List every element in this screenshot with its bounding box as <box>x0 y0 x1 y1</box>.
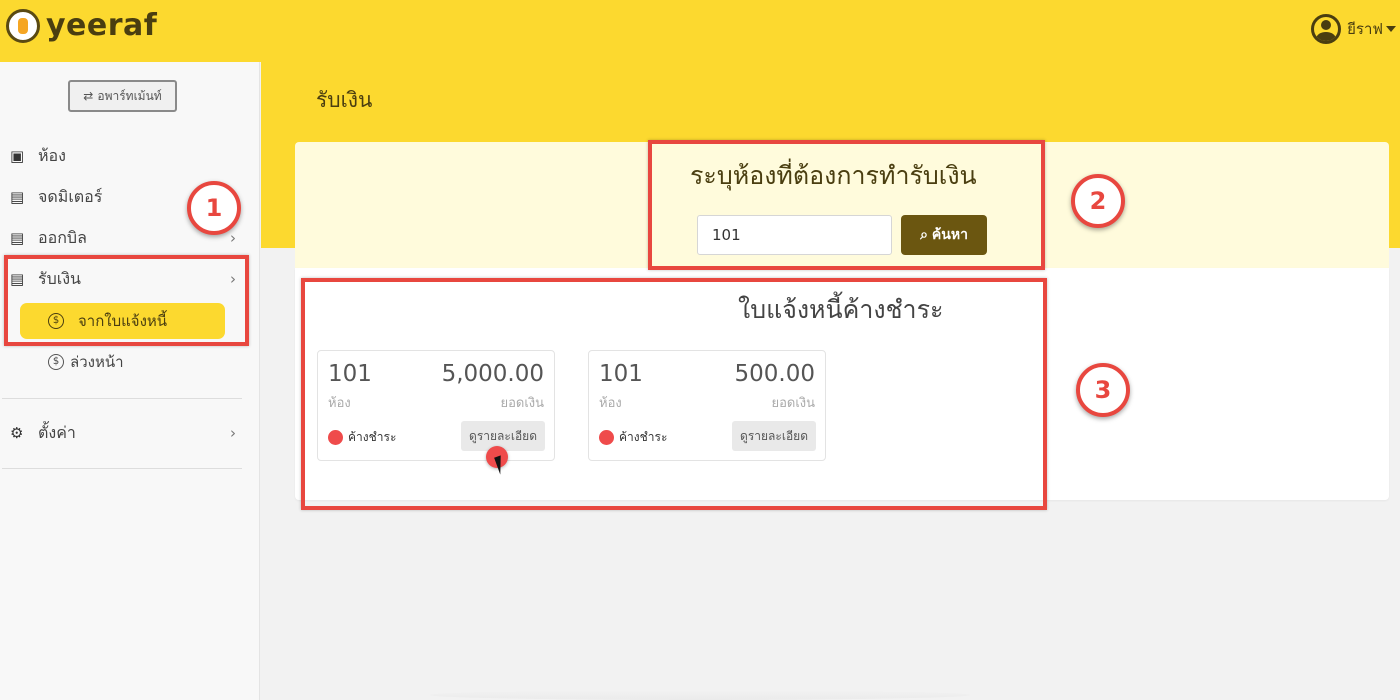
top-navbar: yeeraf ยีราฟ <box>0 0 1400 62</box>
sidebar-subitem-label: ล่วงหน้า <box>70 353 124 371</box>
gear-icon: ⚙ <box>10 424 24 442</box>
annotation-box-search <box>648 140 1045 270</box>
brand-logo[interactable]: yeeraf <box>6 8 157 43</box>
annotation-box-sidebar <box>4 255 249 346</box>
chevron-right-icon: › <box>230 424 236 442</box>
caret-down-icon <box>1386 26 1396 32</box>
page-bottom-shadow <box>430 690 970 700</box>
sidebar-item-label: ออกบิล <box>38 227 87 247</box>
contact-card-icon: ▣ <box>10 147 25 165</box>
user-avatar-icon <box>1311 14 1342 44</box>
document-icon: ▤ <box>10 229 25 247</box>
user-name: ยีราฟ <box>1347 20 1383 38</box>
annotation-badge: 3 <box>1076 363 1130 417</box>
switch-apartment-label: อพาร์ทเม้นท์ <box>97 88 162 103</box>
sidebar-item-label: ห้อง <box>38 145 66 165</box>
brand-name: yeeraf <box>46 8 158 43</box>
user-menu[interactable]: ยีราฟ <box>1311 14 1396 44</box>
dollar-circle-icon: $ <box>48 354 64 370</box>
sidebar-item-rooms[interactable]: ▣ ห้อง <box>10 136 250 176</box>
sidebar-subitem-advance[interactable]: $ ล่วงหน้า <box>48 344 124 380</box>
chevron-right-icon: › <box>230 229 236 247</box>
sidebar-item-label: จดมิเตอร์ <box>38 186 103 206</box>
sidebar-item-label: ตั้งค่า <box>38 422 76 442</box>
giraffe-logo-icon <box>6 8 40 43</box>
sidebar: ⇄ อพาร์ทเม้นท์ ▣ ห้อง ▤ จดมิเตอร์ ▤ ออกบ… <box>0 62 260 700</box>
annotation-box-results <box>301 278 1047 510</box>
switch-apartment-button[interactable]: ⇄ อพาร์ทเม้นท์ <box>68 80 177 112</box>
annotation-badge: 2 <box>1071 174 1125 228</box>
sidebar-divider <box>2 468 242 469</box>
sidebar-divider <box>2 398 242 399</box>
annotation-badge: 1 <box>187 181 241 235</box>
document-edit-icon: ▤ <box>10 188 25 206</box>
sidebar-item-settings[interactable]: ⚙ ตั้งค่า › <box>10 413 250 453</box>
swap-arrows-icon: ⇄ <box>83 89 94 103</box>
page-title: รับเงิน <box>316 88 373 112</box>
